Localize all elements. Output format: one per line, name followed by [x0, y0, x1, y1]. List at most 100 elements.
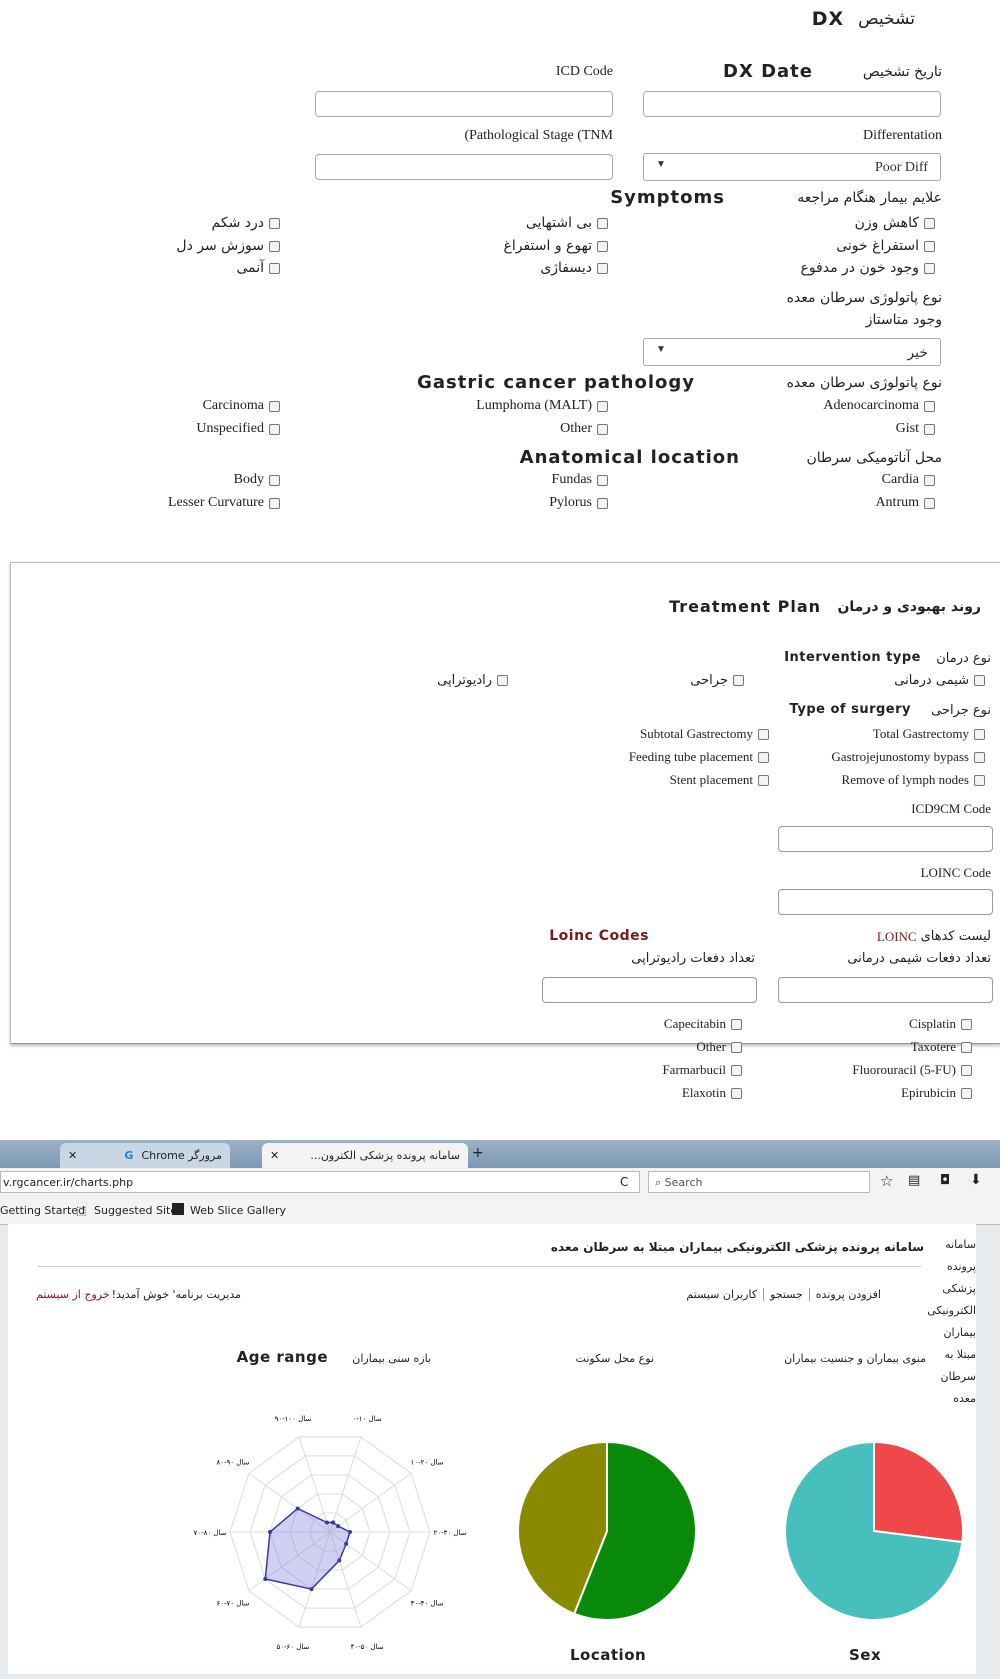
symptom-checkbox[interactable]: سوزش سر دل — [176, 238, 280, 254]
checkbox-icon[interactable] — [731, 1018, 742, 1030]
bookmark-getting-started[interactable]: Getting Started — [0, 1204, 85, 1217]
symptom-checkbox[interactable]: دیسفاژی — [540, 260, 608, 276]
gastric-checkbox[interactable]: (Lumphoma (MALT — [476, 398, 608, 414]
symptom-checkbox[interactable]: استفراغ خونی — [836, 238, 935, 254]
radar-point[interactable] — [344, 1541, 349, 1546]
symptom-checkbox[interactable]: کاهش وزن — [855, 215, 935, 231]
checkbox-icon[interactable] — [597, 240, 608, 252]
checkbox-icon[interactable] — [758, 728, 769, 740]
menu-search[interactable]: جستجو — [770, 1288, 810, 1301]
radar-point[interactable] — [331, 1520, 336, 1525]
anatomical-checkbox[interactable]: Lesser Curvature — [168, 495, 280, 511]
side-nav-item[interactable]: سامانه — [936, 1234, 976, 1256]
star-icon[interactable]: ☆ — [880, 1172, 893, 1190]
intervention-checkbox[interactable]: رادیوتراپی — [437, 673, 508, 688]
checkbox-icon[interactable] — [758, 774, 769, 786]
checkbox-icon[interactable] — [961, 1087, 972, 1099]
symptom-checkbox[interactable]: درد شکم — [212, 215, 280, 231]
checkbox-icon[interactable] — [961, 1064, 972, 1076]
checkbox-icon[interactable] — [269, 262, 280, 274]
anatomical-checkbox[interactable]: Antrum — [875, 495, 935, 511]
side-nav-item[interactable]: مبتلا به — [936, 1344, 976, 1366]
loinc-code-input[interactable] — [778, 889, 993, 915]
differentiation-select[interactable]: ▼ Poor Diff — [643, 153, 941, 181]
checkbox-icon[interactable] — [974, 675, 985, 686]
checkbox-icon[interactable] — [269, 217, 280, 229]
menu-users[interactable]: کاربران سیستم — [686, 1288, 765, 1301]
drug-checkbox[interactable]: Elaxotin — [682, 1085, 742, 1101]
checkbox-icon[interactable] — [597, 423, 608, 435]
checkbox-icon[interactable] — [269, 423, 280, 435]
checkbox-icon[interactable] — [269, 474, 280, 486]
checkbox-icon[interactable] — [924, 400, 935, 412]
address-bar[interactable]: v.rgcancer.ir/charts.php — [0, 1171, 640, 1193]
side-nav-item[interactable]: بیماران — [936, 1322, 976, 1344]
radar-point[interactable] — [295, 1506, 300, 1511]
checkbox-icon[interactable] — [758, 751, 769, 763]
anatomical-checkbox[interactable]: Cardia — [882, 472, 935, 488]
checkbox-icon[interactable] — [269, 400, 280, 412]
icd-code-input[interactable] — [315, 91, 613, 117]
gastric-checkbox[interactable]: Gist — [896, 421, 935, 437]
radar-point[interactable] — [263, 1577, 268, 1582]
drug-checkbox[interactable]: Capecitabin — [664, 1016, 742, 1032]
pie-slice[interactable] — [873, 1440, 964, 1544]
radar-point[interactable] — [336, 1524, 341, 1529]
surgery-checkbox[interactable]: Gastrojejunostomy bypass — [831, 749, 985, 765]
drug-checkbox[interactable]: Other — [696, 1039, 742, 1055]
menu-add-record[interactable]: افزودن پرونده — [816, 1288, 881, 1301]
radar-point[interactable] — [309, 1587, 314, 1592]
checkbox-icon[interactable] — [731, 1041, 742, 1053]
close-icon[interactable]: ✕ — [68, 1149, 77, 1162]
checkbox-icon[interactable] — [269, 497, 280, 509]
search-box[interactable]: ⌕ Search — [648, 1171, 870, 1193]
anatomical-checkbox[interactable]: Body — [234, 472, 280, 488]
checkbox-icon[interactable] — [924, 262, 935, 274]
checkbox-icon[interactable] — [597, 262, 608, 274]
drug-checkbox[interactable]: Epirubicin — [901, 1085, 972, 1101]
bookmark-web-slice[interactable]: Web Slice Gallery — [190, 1204, 286, 1217]
dx-date-input[interactable] — [643, 91, 941, 117]
radar-point[interactable] — [348, 1530, 352, 1534]
gastric-checkbox[interactable]: Adenocarcinoma — [823, 398, 935, 414]
checkbox-icon[interactable] — [597, 217, 608, 229]
anatomical-checkbox[interactable]: Pylorus — [549, 495, 608, 511]
new-tab-icon[interactable]: + — [472, 1145, 484, 1161]
tab-chrome[interactable]: مرورگر Chrome G ✕ — [60, 1143, 230, 1168]
checkbox-icon[interactable] — [269, 240, 280, 252]
checkbox-icon[interactable] — [497, 675, 508, 686]
checkbox-icon[interactable] — [974, 751, 985, 763]
symptom-checkbox[interactable]: وجود خون در مدفوع — [800, 260, 935, 276]
bookmark-suggested-sites[interactable]: Suggested Sites — [94, 1204, 183, 1217]
checkbox-icon[interactable] — [733, 675, 744, 686]
radar-point[interactable] — [324, 1520, 329, 1525]
intervention-checkbox[interactable]: جراحی — [690, 673, 744, 688]
checkbox-icon[interactable] — [731, 1064, 742, 1076]
symptom-checkbox[interactable]: آنمی — [236, 260, 280, 276]
checkbox-icon[interactable] — [924, 474, 935, 486]
checkbox-icon[interactable] — [924, 497, 935, 509]
chemo-count-input[interactable] — [778, 977, 993, 1003]
pathological-stage-input[interactable] — [315, 154, 613, 180]
radar-point[interactable] — [268, 1530, 272, 1534]
side-nav-item[interactable]: پزشکی — [936, 1278, 976, 1300]
close-icon[interactable]: ✕ — [270, 1149, 279, 1162]
checkbox-icon[interactable] — [731, 1087, 742, 1099]
logout-link[interactable]: خروج از سیستم — [36, 1288, 110, 1301]
checkbox-icon[interactable] — [597, 474, 608, 486]
tab-active[interactable]: سامانه پرونده پزشکی الکترون... ✕ — [262, 1143, 468, 1168]
side-nav-item[interactable]: الکترونیکی — [927, 1300, 976, 1322]
side-nav-item[interactable]: پرونده — [936, 1256, 976, 1278]
symptom-checkbox[interactable]: تهوع و استفراغ — [504, 238, 608, 254]
checkbox-icon[interactable] — [597, 400, 608, 412]
checkbox-icon[interactable] — [924, 240, 935, 252]
symptom-checkbox[interactable]: بی اشتهایی — [526, 215, 608, 231]
drug-checkbox[interactable]: Cisplatin — [909, 1016, 972, 1032]
radar-point[interactable] — [337, 1558, 342, 1563]
gastric-checkbox[interactable]: Other — [560, 421, 608, 437]
radio-count-input[interactable] — [542, 977, 757, 1003]
reading-list-icon[interactable]: ▤ — [908, 1173, 920, 1188]
download-icon[interactable]: ⬇ — [970, 1172, 982, 1188]
pocket-icon[interactable]: ◘ — [940, 1173, 950, 1188]
surgery-checkbox[interactable]: Subtotal Gastrectomy — [640, 726, 769, 742]
